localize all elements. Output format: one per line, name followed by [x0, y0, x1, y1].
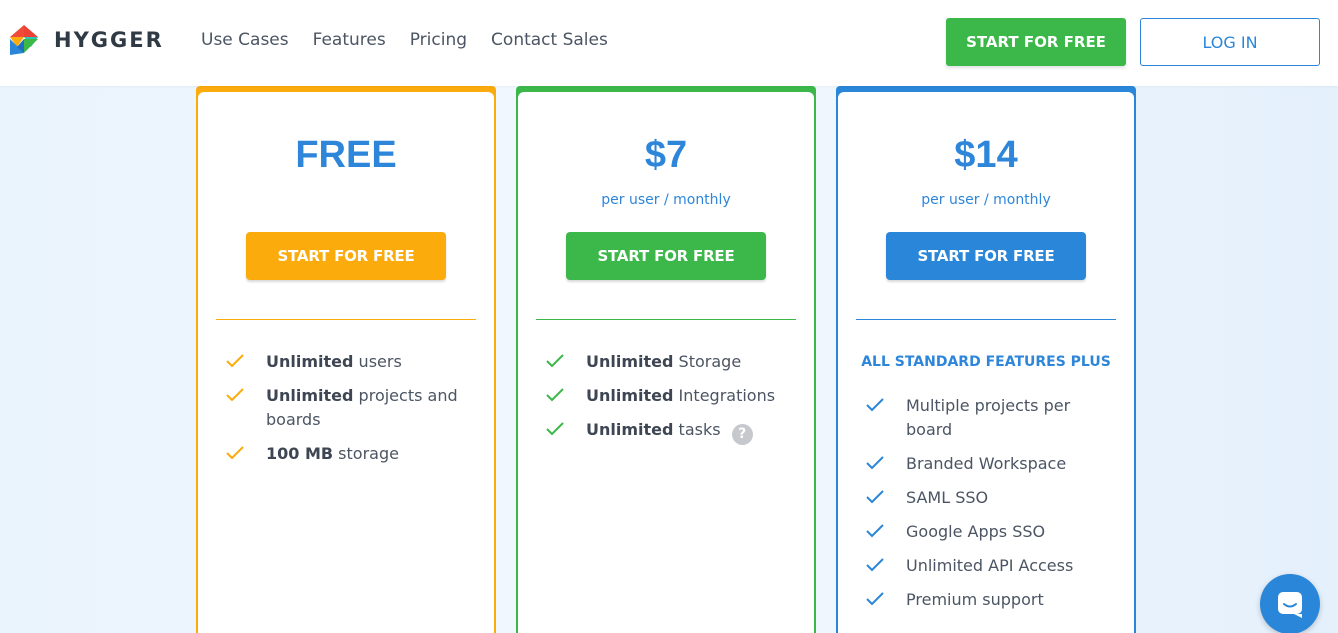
- plan-free-start-button[interactable]: START FOR FREE: [246, 232, 446, 280]
- nav-use-cases[interactable]: Use Cases: [201, 30, 289, 50]
- list-item: Multiple projects per board: [866, 394, 1116, 442]
- check-icon: [866, 456, 884, 470]
- list-item: 100 MB storage: [226, 442, 476, 466]
- list-item: Branded Workspace: [866, 452, 1116, 476]
- feature-text: Premium support: [906, 590, 1044, 609]
- feature-text: Multiple projects per board: [906, 396, 1071, 439]
- feature-text: SAML SSO: [906, 488, 989, 507]
- check-icon: [866, 558, 884, 572]
- plan-card-body: $14 per user / monthly START FOR FREE AL…: [838, 92, 1134, 633]
- list-item: Unlimited tasks ?: [546, 418, 796, 445]
- feature-bold: 100 MB: [266, 444, 334, 463]
- plan-card-body: FREE START FOR FREE Unlimited users Unli…: [198, 92, 494, 633]
- feature-bold: Unlimited: [586, 420, 674, 439]
- check-icon: [546, 354, 564, 368]
- top-navigation-bar: HYGGER Use Cases Features Pricing Contac…: [0, 0, 1338, 86]
- plan-price: $14: [954, 134, 1018, 176]
- plan-card-standard: $7 per user / monthly START FOR FREE Unl…: [516, 86, 816, 633]
- divider: [856, 319, 1116, 320]
- feature-list: Multiple projects per board Branded Work…: [866, 394, 1116, 622]
- feature-text: Integrations: [673, 386, 776, 405]
- help-icon[interactable]: ?: [731, 423, 753, 445]
- feature-list: Unlimited users Unlimited projects and b…: [226, 350, 476, 476]
- list-item: Unlimited Integrations: [546, 384, 796, 408]
- feature-bold: Unlimited: [266, 352, 354, 371]
- divider: [216, 319, 476, 320]
- feature-text: storage: [333, 444, 399, 463]
- feature-text: users: [353, 352, 402, 371]
- check-icon: [866, 398, 884, 412]
- plan-billing-period: per user / monthly: [601, 192, 731, 208]
- login-button[interactable]: LOG IN: [1140, 18, 1320, 66]
- list-item: Unlimited users: [226, 350, 476, 374]
- feature-list: Unlimited Storage Unlimited Integrations…: [546, 350, 796, 455]
- chat-bubble-icon: [1278, 592, 1302, 618]
- chat-launcher-button[interactable]: [1260, 574, 1320, 633]
- list-item: Premium support: [866, 588, 1116, 612]
- feature-text: Unlimited API Access: [906, 556, 1074, 575]
- feature-bold: Unlimited: [266, 386, 354, 405]
- plan-card-premium: $14 per user / monthly START FOR FREE AL…: [836, 86, 1136, 633]
- feature-text: Storage: [673, 352, 742, 371]
- check-icon: [226, 354, 244, 368]
- plan-premium-start-button[interactable]: START FOR FREE: [886, 232, 1086, 280]
- check-icon: [866, 592, 884, 606]
- list-item: Unlimited projects and boards: [226, 384, 476, 432]
- plan-standard-start-button[interactable]: START FOR FREE: [566, 232, 766, 280]
- check-icon: [546, 422, 564, 436]
- list-item: Google Apps SSO: [866, 520, 1116, 544]
- brand-name: HYGGER: [54, 28, 164, 52]
- plan-billing-period: per user / monthly: [921, 192, 1051, 208]
- plan-subheading: ALL STANDARD FEATURES PLUS: [861, 354, 1111, 370]
- feature-bold: Unlimited: [586, 352, 674, 371]
- list-item: SAML SSO: [866, 486, 1116, 510]
- check-icon: [226, 446, 244, 460]
- plan-price: FREE: [295, 134, 397, 176]
- plan-price: $7: [644, 134, 688, 176]
- feature-text: Branded Workspace: [906, 454, 1067, 473]
- check-icon: [226, 388, 244, 402]
- feature-text: tasks: [673, 420, 721, 439]
- feature-bold: Unlimited: [586, 386, 674, 405]
- nav-pricing[interactable]: Pricing: [410, 30, 467, 50]
- header-start-for-free-button[interactable]: START FOR FREE: [946, 18, 1126, 66]
- logo[interactable]: HYGGER: [8, 23, 164, 57]
- list-item: Unlimited Storage: [546, 350, 796, 374]
- nav-features[interactable]: Features: [313, 30, 386, 50]
- feature-text: Google Apps SSO: [906, 522, 1046, 541]
- plan-card-body: $7 per user / monthly START FOR FREE Unl…: [518, 92, 814, 633]
- list-item: Unlimited API Access: [866, 554, 1116, 578]
- check-icon: [866, 524, 884, 538]
- divider: [536, 319, 796, 320]
- main-nav: Use Cases Features Pricing Contact Sales: [201, 30, 632, 50]
- plan-card-free: FREE START FOR FREE Unlimited users Unli…: [196, 86, 496, 633]
- nav-contact-sales[interactable]: Contact Sales: [491, 30, 608, 50]
- check-icon: [866, 490, 884, 504]
- check-icon: [546, 388, 564, 402]
- hygger-logo-icon: [10, 25, 38, 55]
